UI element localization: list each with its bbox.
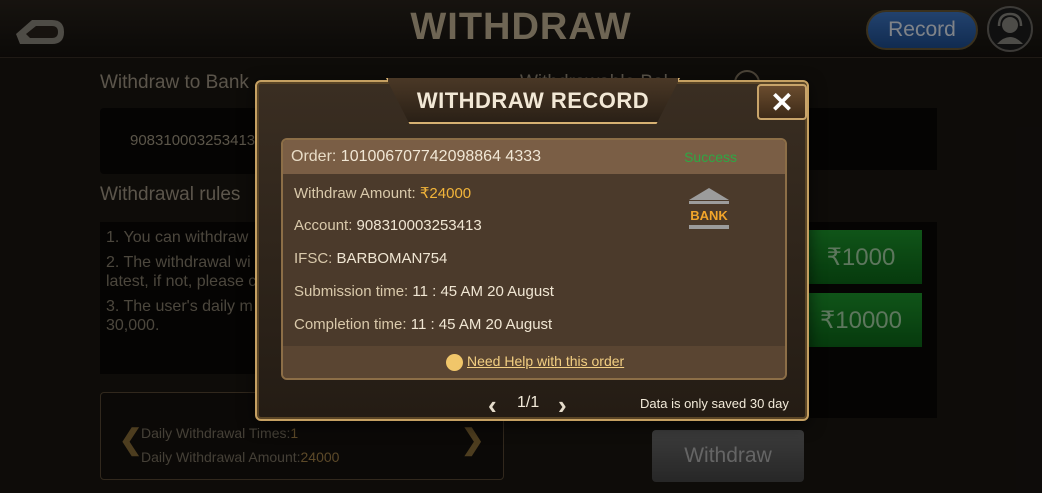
completion-label: Completion time: — [294, 316, 407, 333]
submission-label: Submission time: — [294, 283, 409, 300]
submission-value: 11 : 45 AM 20 August — [412, 283, 554, 300]
amount-label: Withdraw Amount: — [294, 185, 416, 202]
modal-title: WITHDRAW RECORD — [416, 88, 650, 113]
account-row: Account: 908310003253413 — [294, 217, 482, 234]
order-header: Order: 101006707742098864 4333 Success — [283, 140, 785, 174]
need-help-link[interactable]: Need Help with this order — [467, 353, 624, 369]
completion-value: 11 : 45 AM 20 August — [410, 316, 553, 333]
bank-icon-text: BANK — [690, 208, 728, 223]
pager-text: 1/1 — [517, 394, 540, 411]
amount-row: Withdraw Amount: ₹24000 — [294, 184, 471, 202]
order-id: 101006707742098864 4333 — [340, 148, 542, 165]
pager-next-icon[interactable]: › — [558, 390, 567, 421]
submission-row: Submission time: 11 : 45 AM 20 August — [294, 283, 554, 300]
ifsc-label: IFSC: — [294, 250, 333, 267]
order-line: Order: 101006707742098864 4333 — [291, 148, 541, 166]
account-value: 908310003253413 — [356, 217, 482, 234]
amount-value: ₹24000 — [419, 185, 472, 202]
help-footer: Need Help with this order — [283, 346, 785, 378]
pager-prev-icon[interactable]: ‹ — [488, 390, 497, 421]
help-icon[interactable] — [446, 354, 463, 371]
close-icon[interactable]: ✕ — [757, 84, 807, 120]
status-badge: Success — [684, 149, 737, 165]
bank-icon: BANK — [689, 188, 729, 229]
data-saved-note: Data is only saved 30 day — [640, 396, 789, 411]
account-label: Account: — [294, 217, 353, 234]
ifsc-row: IFSC: BARBOMAN754 — [294, 250, 447, 267]
withdraw-record-card: Order: 101006707742098864 4333 Success W… — [281, 138, 787, 380]
ifsc-value: BARBOMAN754 — [336, 250, 448, 267]
completion-row: Completion time: 11 : 45 AM 20 August — [294, 316, 552, 333]
order-label: Order: — [291, 148, 337, 165]
